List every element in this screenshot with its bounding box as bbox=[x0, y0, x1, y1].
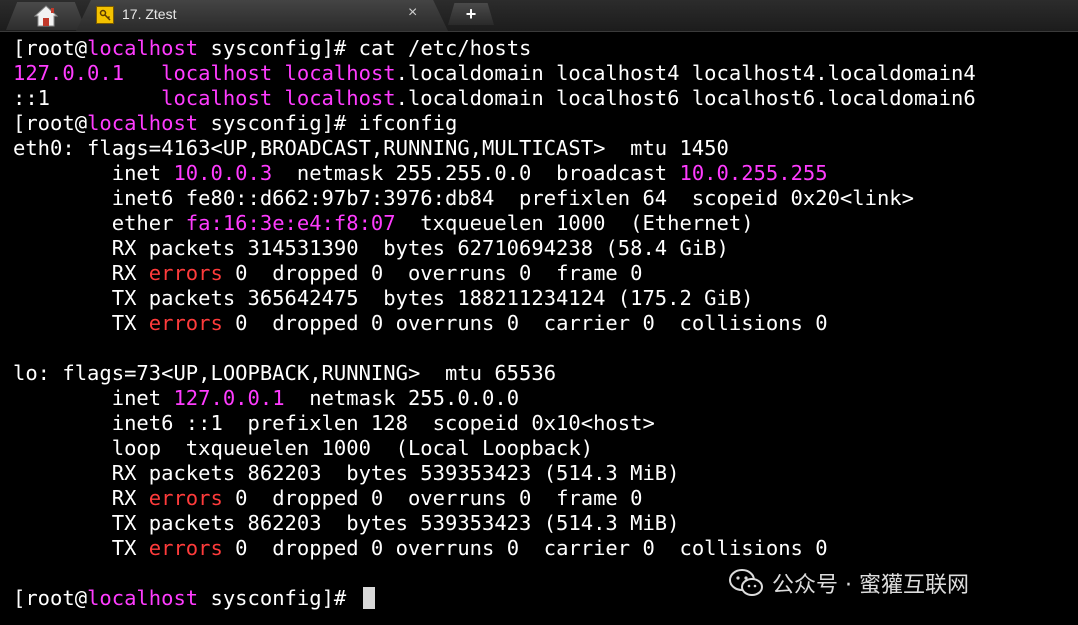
terminal-line: TX errors 0 dropped 0 overruns 0 carrier… bbox=[13, 311, 1073, 336]
terminal-text: RX packets 862203 bytes 539353423 (514.3… bbox=[13, 461, 680, 485]
terminal-output[interactable]: [root@localhost sysconfig]# cat /etc/hos… bbox=[13, 36, 1073, 620]
terminal-text: lo: flags=73<UP,LOOPBACK,RUNNING> mtu 65… bbox=[13, 361, 557, 385]
plus-icon: + bbox=[465, 3, 477, 24]
terminal-text: [root@ bbox=[13, 586, 88, 610]
terminal-text: TX packets 365642475 bytes 188211234124 … bbox=[13, 286, 754, 310]
terminal-line: 127.0.0.1 localhost localhost.localdomai… bbox=[13, 61, 1073, 86]
terminal-line: inet 127.0.0.1 netmask 255.0.0.0 bbox=[13, 386, 1073, 411]
terminal-text: 0 dropped 0 overruns 0 frame 0 bbox=[222, 261, 643, 285]
terminal-line: RX errors 0 dropped 0 overruns 0 frame 0 bbox=[13, 486, 1073, 511]
terminal-line: TX packets 862203 bytes 539353423 (514.3… bbox=[13, 511, 1073, 536]
terminal-text: eth0: flags=4163<UP,BROADCAST,RUNNING,MU… bbox=[13, 136, 729, 160]
home-icon bbox=[34, 5, 58, 27]
terminal-line: inet6 fe80::d662:97b7:3976:db84 prefixle… bbox=[13, 186, 1073, 211]
terminal-text: ether bbox=[13, 211, 186, 235]
terminal-text: RX bbox=[13, 261, 149, 285]
terminal-text: 127.0.0.1 bbox=[13, 61, 125, 85]
terminal-text: errors bbox=[148, 486, 223, 510]
terminal-line: loop txqueuelen 1000 (Local Loopback) bbox=[13, 436, 1073, 461]
terminal-text: RX packets 314531390 bytes 62710694238 (… bbox=[13, 236, 729, 260]
terminal-line: RX packets 314531390 bytes 62710694238 (… bbox=[13, 236, 1073, 261]
terminal-text: 127.0.0.1 bbox=[173, 386, 285, 410]
wechat-icon bbox=[729, 569, 763, 596]
terminal-text: ::1 bbox=[13, 86, 162, 110]
terminal-text: RX bbox=[13, 486, 149, 510]
terminal-text: localhost bbox=[87, 586, 199, 610]
tab-session[interactable]: 17. Ztest × bbox=[76, 0, 448, 31]
terminal-line: RX packets 862203 bytes 539353423 (514.3… bbox=[13, 461, 1073, 486]
terminal-text: loop txqueuelen 1000 (Local Loopback) bbox=[13, 436, 594, 460]
terminal-text: netmask 255.0.0.0 bbox=[284, 386, 520, 410]
terminal-line: inet6 ::1 prefixlen 128 scopeid 0x10<hos… bbox=[13, 411, 1073, 436]
close-tab-button[interactable]: × bbox=[408, 4, 417, 22]
watermark-text: 公众号 · 蜜獾互联网 bbox=[772, 573, 969, 598]
terminal-line: ::1 localhost localhost.localdomain loca… bbox=[13, 86, 1073, 111]
terminal-text: inet6 fe80::d662:97b7:3976:db84 prefixle… bbox=[13, 186, 914, 210]
terminal-text: 0 dropped 0 overruns 0 carrier 0 collisi… bbox=[222, 311, 828, 335]
terminal-text: inet bbox=[13, 386, 174, 410]
terminal-text: localhost bbox=[87, 111, 199, 135]
terminal-text: sysconfig]# bbox=[198, 586, 359, 610]
terminal-text: .localdomain localhost6 localhost6.local… bbox=[395, 86, 976, 110]
terminal-text: [root@ bbox=[13, 111, 88, 135]
terminal-line: RX errors 0 dropped 0 overruns 0 frame 0 bbox=[13, 261, 1073, 286]
terminal-text: 0 dropped 0 overruns 0 frame 0 bbox=[222, 486, 643, 510]
terminal-text: inet bbox=[13, 161, 174, 185]
terminal-line: TX packets 365642475 bytes 188211234124 … bbox=[13, 286, 1073, 311]
terminal-cursor bbox=[362, 587, 375, 609]
terminal-text: localhost localhost bbox=[161, 86, 396, 110]
terminal-text: errors bbox=[148, 261, 223, 285]
terminal-line: inet 10.0.0.3 netmask 255.255.0.0 broadc… bbox=[13, 161, 1073, 186]
terminal-text: txqueuelen 1000 (Ethernet) bbox=[395, 211, 754, 235]
terminal-text: 0 dropped 0 overruns 0 carrier 0 collisi… bbox=[222, 536, 828, 560]
terminal-text: fa:16:3e:e4:f8:07 bbox=[185, 211, 396, 235]
terminal-text: TX bbox=[13, 536, 149, 560]
terminal-text: [root@ bbox=[13, 36, 88, 60]
terminal-text: localhost bbox=[87, 36, 199, 60]
terminal-text: errors bbox=[148, 536, 223, 560]
terminal-line: lo: flags=73<UP,LOOPBACK,RUNNING> mtu 65… bbox=[13, 361, 1073, 386]
terminal-text: .localdomain localhost4 localhost4.local… bbox=[395, 61, 976, 85]
terminal-text: inet6 ::1 prefixlen 128 scopeid 0x10<hos… bbox=[13, 411, 655, 435]
terminal-text: netmask 255.255.0.0 broadcast bbox=[272, 161, 680, 185]
terminal-line: eth0: flags=4163<UP,BROADCAST,RUNNING,MU… bbox=[13, 136, 1073, 161]
terminal-text: errors bbox=[148, 311, 223, 335]
terminal-text: sysconfig]# cat /etc/hosts bbox=[198, 36, 532, 60]
terminal-text: 10.0.0.3 bbox=[173, 161, 273, 185]
terminal-text: TX bbox=[13, 311, 149, 335]
watermark: 公众号 · 蜜獾互联网 bbox=[728, 568, 969, 598]
new-tab-button[interactable]: + bbox=[448, 3, 494, 25]
terminal-text: 10.0.255.255 bbox=[679, 161, 828, 185]
terminal-text: sysconfig]# ifconfig bbox=[198, 111, 458, 135]
tab-bar: 17. Ztest × + bbox=[0, 0, 1078, 32]
key-icon bbox=[96, 6, 114, 24]
terminal-line: [root@localhost sysconfig]# ifconfig bbox=[13, 111, 1073, 136]
terminal-line: TX errors 0 dropped 0 overruns 0 carrier… bbox=[13, 536, 1073, 561]
terminal-line: ether fa:16:3e:e4:f8:07 txqueuelen 1000 … bbox=[13, 211, 1073, 236]
terminal-text: localhost localhost bbox=[161, 61, 396, 85]
terminal-line: [root@localhost sysconfig]# cat /etc/hos… bbox=[13, 36, 1073, 61]
home-tab[interactable] bbox=[6, 2, 86, 30]
tab-title: 17. Ztest bbox=[122, 6, 177, 22]
terminal-text: TX packets 862203 bytes 539353423 (514.3… bbox=[13, 511, 680, 535]
